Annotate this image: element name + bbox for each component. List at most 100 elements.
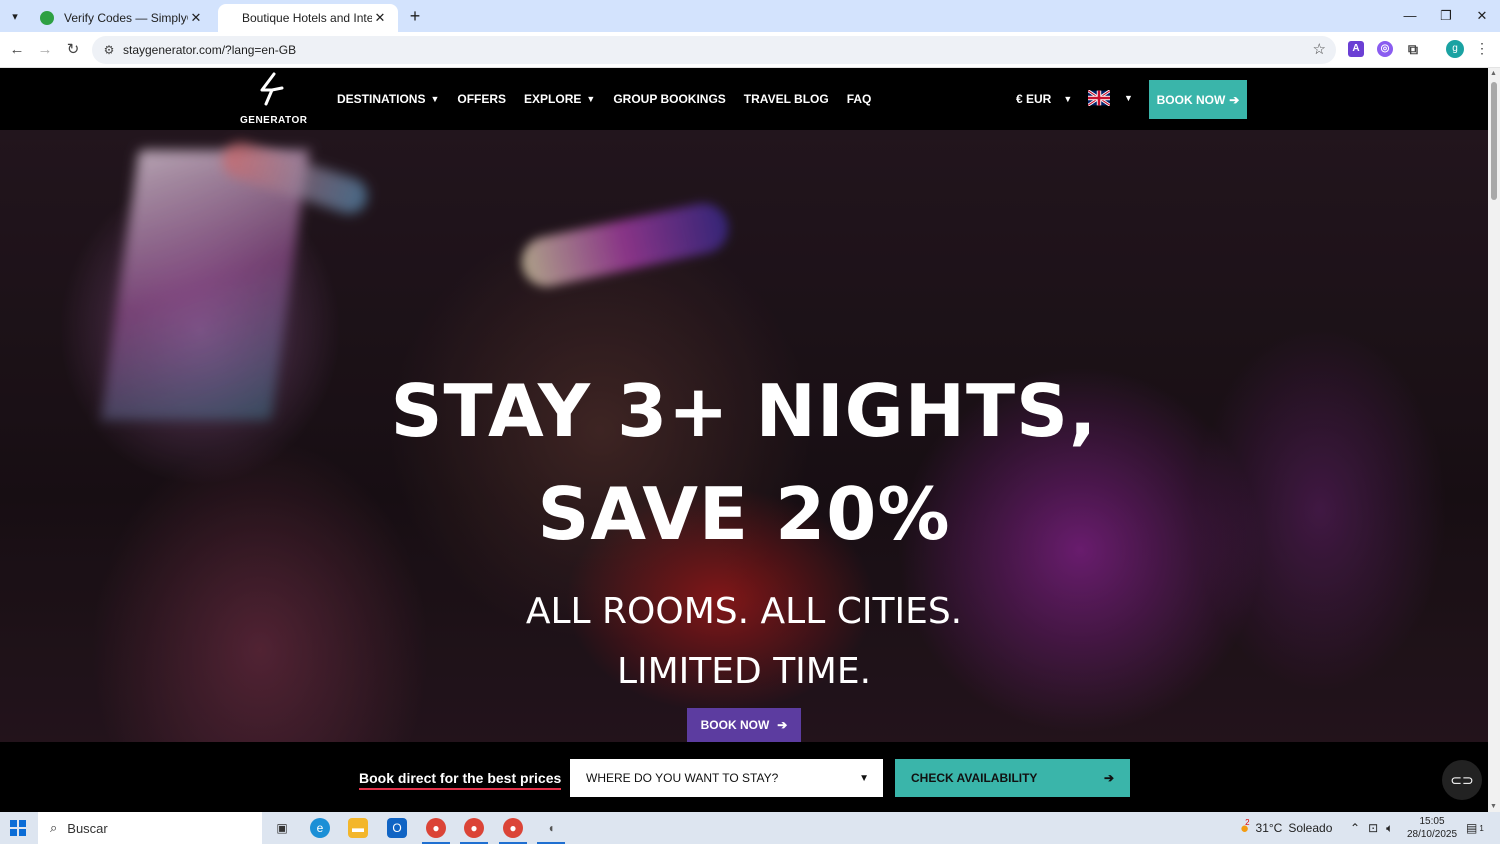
menu-item-travel-blog[interactable]: TRAVEL BLOG bbox=[744, 92, 829, 106]
menu-item-group-bookings[interactable]: GROUP BOOKINGS bbox=[613, 92, 725, 106]
minimize-icon[interactable]: — bbox=[1392, 4, 1428, 28]
address-bar[interactable]: ⚙ staygenerator.com/?lang=en-GB ☆ bbox=[92, 36, 1336, 64]
chat-widget-button[interactable]: ⊂⊃ bbox=[1442, 760, 1482, 800]
clock-date: 28/10/2025 bbox=[1406, 829, 1458, 840]
logo-text: GENERATOR bbox=[240, 115, 308, 126]
notification-icon: ▤ bbox=[1466, 821, 1478, 835]
close-tab-icon[interactable]: ✕ bbox=[188, 10, 204, 26]
chevron-down-icon: ▼ bbox=[1063, 94, 1073, 104]
hero-headline-line1: STAY 3+ NIGHTS, bbox=[390, 369, 1098, 453]
new-tab-icon[interactable]: + bbox=[404, 6, 426, 28]
menu-item-explore[interactable]: EXPLORE ▼ bbox=[524, 92, 595, 106]
button-label: CHECK AVAILABILITY bbox=[911, 771, 1038, 785]
page-scrollbar[interactable]: ▲ ▼ bbox=[1488, 68, 1500, 812]
search-placeholder: Buscar bbox=[67, 820, 108, 836]
tab-title: Boutique Hotels and Internatio bbox=[242, 11, 372, 25]
chrome-icon[interactable]: ● bbox=[503, 818, 523, 838]
close-tab-icon[interactable]: ✕ bbox=[372, 10, 388, 26]
windows-taskbar: ⌕ Buscar ▣ e ▬ O ● ● ● ◖ ● 2 31°C Solead… bbox=[0, 812, 1500, 844]
hero-text: STAY 3+ NIGHTS, SAVE 20% ALL ROOMS. ALL … bbox=[0, 130, 1488, 742]
main-menu: DESTINATIONS ▼ OFFERS EXPLORE ▼ GROUP BO… bbox=[337, 92, 871, 106]
extension-circle-icon[interactable]: ◎ bbox=[1377, 41, 1393, 57]
menu-item-label: GROUP BOOKINGS bbox=[613, 92, 726, 106]
chat-icon: ⊂⊃ bbox=[1450, 771, 1474, 788]
menu-item-label: TRAVEL BLOG bbox=[743, 92, 829, 106]
arrow-right-icon: ➔ bbox=[1103, 771, 1114, 785]
chrome-icon[interactable]: ● bbox=[464, 818, 484, 838]
scroll-down-icon[interactable]: ▼ bbox=[1490, 803, 1497, 810]
browser-tab-bar: ▾ Verify Codes — SimplyCodes ✕ Boutique … bbox=[0, 0, 1500, 32]
hero-subheadline: ALL ROOMS. ALL CITIES. LIMITED TIME. bbox=[525, 591, 963, 692]
clock[interactable]: 15:05 28/10/2025 bbox=[1404, 815, 1460, 841]
search-icon: ⌕ bbox=[50, 820, 58, 835]
hero-banner: STAY 3+ NIGHTS, SAVE 20% ALL ROOMS. ALL … bbox=[0, 130, 1488, 742]
menu-item-offers[interactable]: OFFERS bbox=[457, 92, 506, 106]
weather-badge: 2 bbox=[1245, 817, 1250, 827]
button-label: BOOK NOW bbox=[700, 718, 770, 732]
uk-flag-icon bbox=[1088, 90, 1110, 106]
generator-logo[interactable]: GENERATOR bbox=[240, 72, 308, 126]
hero-headline-line2: SAVE 20% bbox=[537, 472, 951, 556]
edge-icon[interactable]: e bbox=[310, 818, 330, 838]
system-tray: ⌃ ⊡ 🔈︎ bbox=[1350, 812, 1393, 844]
menu-item-faq[interactable]: FAQ bbox=[847, 92, 872, 106]
extension-a-icon[interactable]: A bbox=[1348, 41, 1364, 57]
scroll-up-icon[interactable]: ▲ bbox=[1490, 70, 1497, 77]
check-availability-button[interactable]: CHECK AVAILABILITY ➔ bbox=[895, 759, 1130, 797]
tab-title: Verify Codes — SimplyCodes bbox=[64, 11, 188, 25]
file-explorer-icon[interactable]: ▬ bbox=[348, 818, 368, 838]
clock-time: 15:05 bbox=[1419, 816, 1445, 827]
arrow-right-icon: ➔ bbox=[777, 718, 788, 732]
currency-label: € EUR bbox=[1016, 92, 1052, 106]
url-text[interactable]: staygenerator.com/?lang=en-GB bbox=[123, 43, 296, 57]
reload-icon[interactable]: ↻ bbox=[61, 38, 85, 62]
simplycodes-favicon-icon bbox=[40, 11, 54, 25]
outlook-icon[interactable]: O bbox=[387, 818, 407, 838]
language-selector[interactable]: ▼ bbox=[1088, 90, 1133, 106]
menu-item-label: FAQ bbox=[846, 92, 872, 106]
volume-icon[interactable]: 🔈︎ bbox=[1386, 821, 1393, 836]
site-settings-icon[interactable]: ⚙ bbox=[100, 41, 118, 59]
tab-search-icon[interactable]: ▾ bbox=[4, 5, 26, 27]
mouse-app-icon[interactable]: ◖ bbox=[541, 818, 561, 838]
close-window-icon[interactable]: ✕ bbox=[1464, 4, 1500, 28]
browser-menu-icon[interactable]: ⋮ bbox=[1475, 40, 1489, 57]
network-icon[interactable]: ⊡ bbox=[1368, 821, 1378, 835]
site-header: GENERATOR DESTINATIONS ▼ OFFERS EXPLORE … bbox=[0, 68, 1488, 130]
browser-toolbar: ← → ↻ ⚙ staygenerator.com/?lang=en-GB ☆ … bbox=[0, 32, 1500, 68]
weather-description: Soleado bbox=[1288, 821, 1333, 835]
bookmark-star-icon[interactable]: ☆ bbox=[1313, 40, 1326, 58]
restore-icon[interactable]: ❐ bbox=[1428, 4, 1464, 28]
destination-select[interactable]: WHERE DO YOU WANT TO STAY? ▼ bbox=[570, 759, 883, 797]
menu-item-label: EXPLORE bbox=[524, 92, 582, 106]
button-label: BOOK NOW bbox=[1156, 92, 1226, 107]
book-now-header-button[interactable]: BOOK NOW ➔ bbox=[1149, 80, 1247, 119]
tab-generator[interactable]: Boutique Hotels and Internatio ✕ bbox=[218, 4, 398, 32]
chevron-up-icon[interactable]: ⌃ bbox=[1350, 821, 1360, 835]
notification-center[interactable]: ▤ 1 bbox=[1466, 812, 1484, 844]
extensions-puzzle-icon[interactable]: ⧉ bbox=[1405, 41, 1421, 57]
taskbar-search[interactable]: ⌕ Buscar bbox=[38, 812, 262, 844]
forward-icon[interactable]: → bbox=[33, 38, 57, 62]
weather-widget[interactable]: ● 2 31°C Soleado bbox=[1240, 812, 1332, 844]
arrow-right-icon: ➔ bbox=[1229, 92, 1240, 107]
chrome-icon[interactable]: ● bbox=[426, 818, 446, 838]
back-icon[interactable]: ← bbox=[5, 38, 29, 62]
tab-simplycodes[interactable]: Verify Codes — SimplyCodes ✕ bbox=[30, 4, 214, 32]
profile-avatar[interactable]: g bbox=[1446, 40, 1464, 58]
windows-start-icon[interactable] bbox=[10, 820, 26, 836]
hero-book-now-button[interactable]: BOOK NOW ➔ bbox=[687, 708, 801, 742]
booking-tagline: Book direct for the best prices bbox=[359, 770, 562, 790]
chevron-down-icon: ▼ bbox=[430, 94, 440, 104]
scrollbar-thumb[interactable] bbox=[1491, 82, 1497, 200]
menu-item-label: OFFERS bbox=[457, 92, 507, 106]
task-view-icon[interactable]: ▣ bbox=[272, 818, 292, 838]
menu-item-label: DESTINATIONS bbox=[337, 92, 426, 106]
currency-selector[interactable]: € EUR ▼ bbox=[1016, 92, 1072, 106]
web-page: GENERATOR DESTINATIONS ▼ OFFERS EXPLORE … bbox=[0, 68, 1488, 812]
booking-bar: Book direct for the best prices WHERE DO… bbox=[0, 742, 1488, 812]
chevron-down-icon: ▼ bbox=[586, 94, 596, 104]
chevron-down-icon: ▼ bbox=[1124, 93, 1133, 103]
menu-item-destinations[interactable]: DESTINATIONS ▼ bbox=[337, 92, 439, 106]
weather-temp: 31°C bbox=[1255, 821, 1283, 835]
